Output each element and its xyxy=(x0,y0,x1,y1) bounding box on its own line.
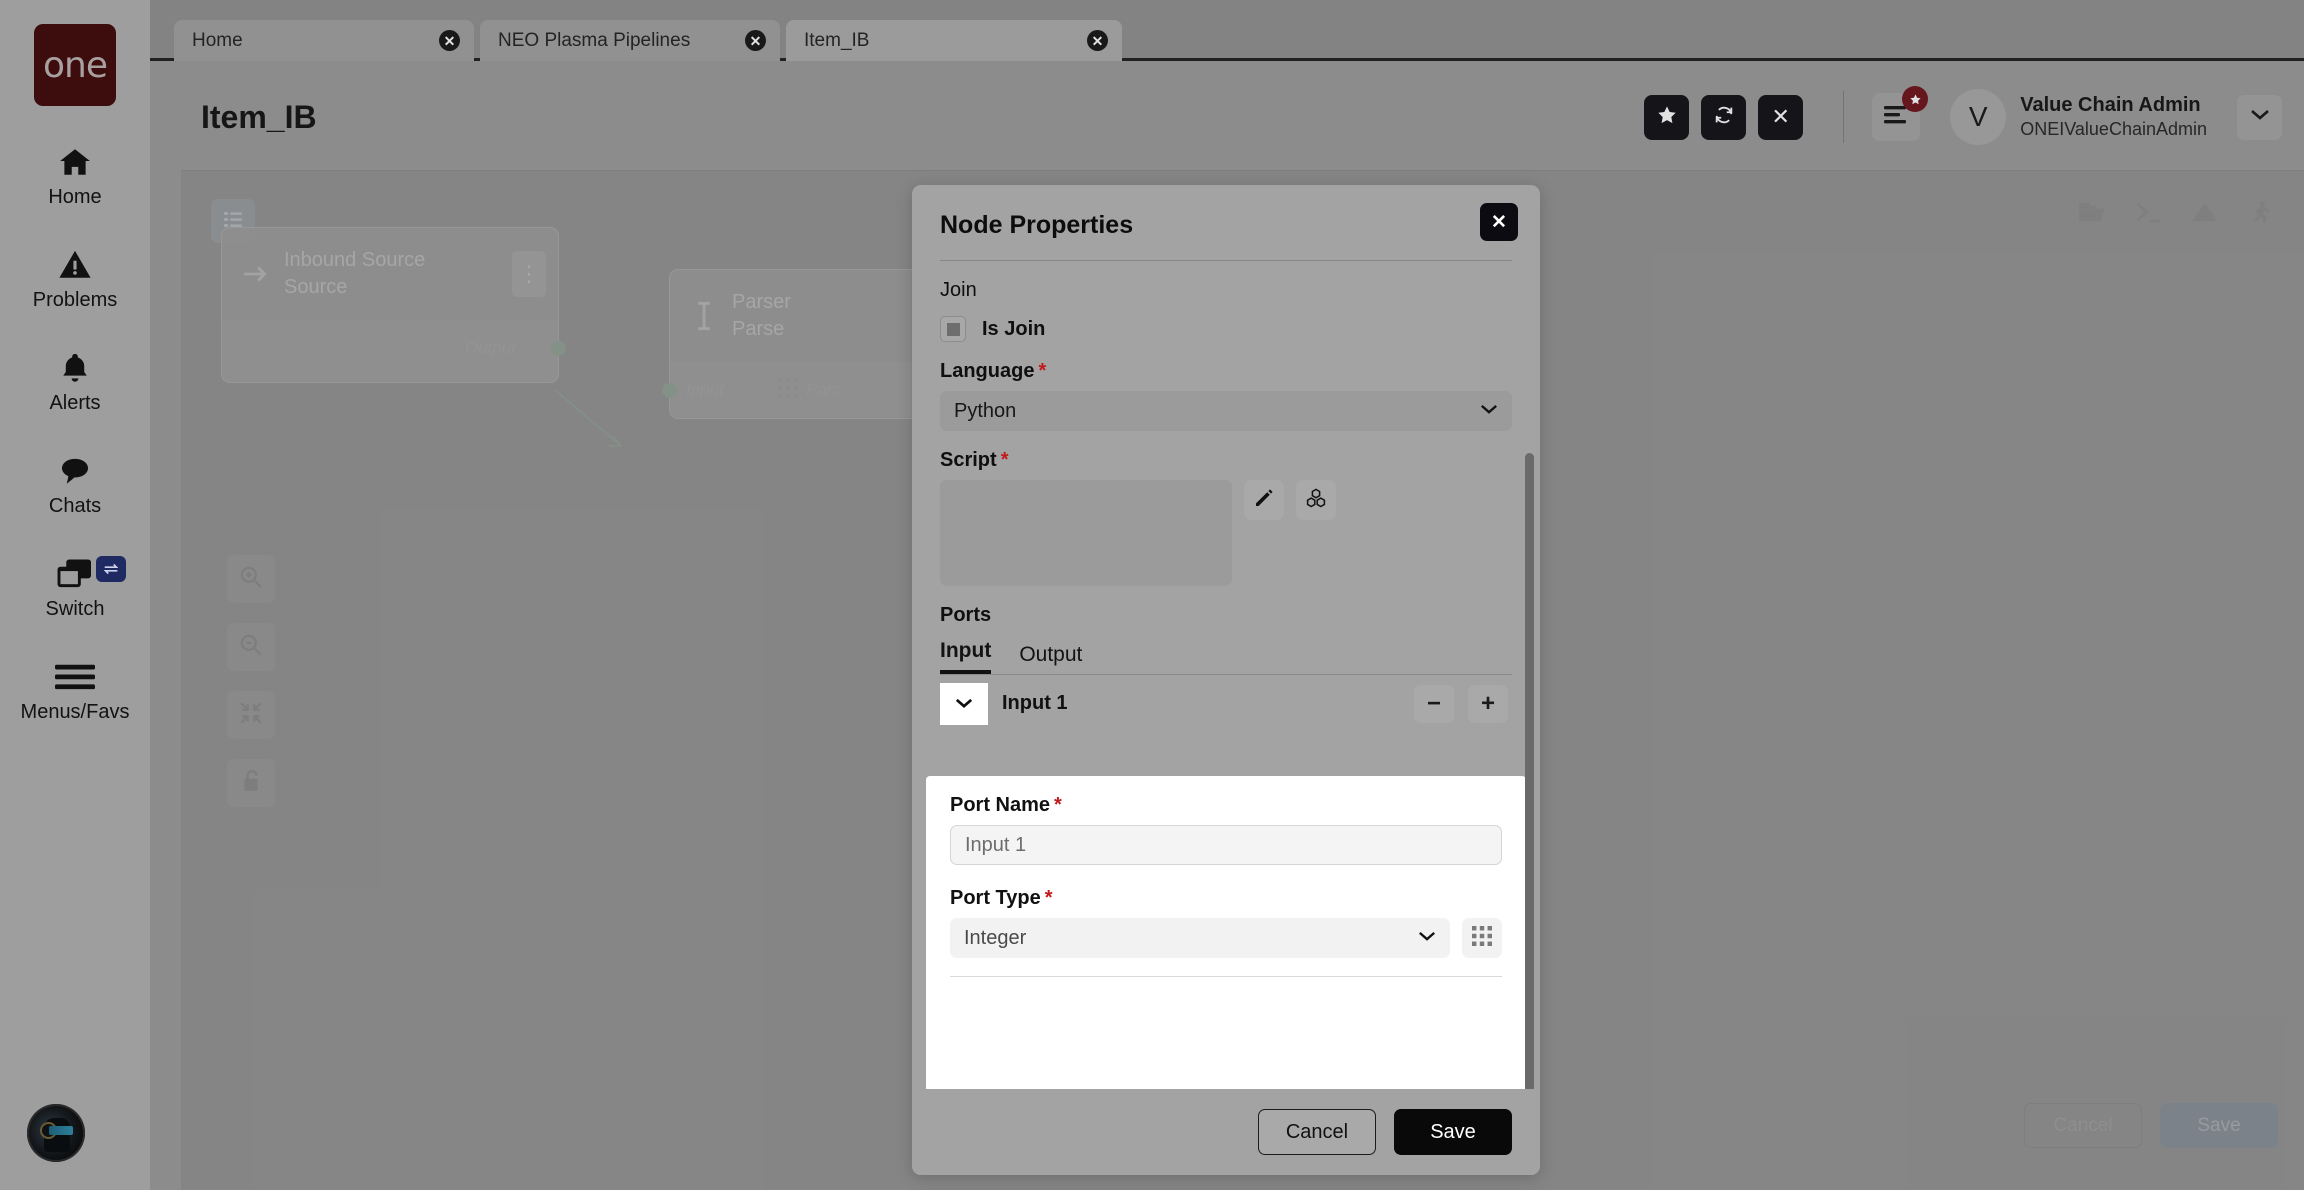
sidebar-item-menus-favs[interactable]: Menus/Favs xyxy=(0,657,150,724)
port-tabs: Input Output xyxy=(940,639,1512,674)
grid-apps-icon xyxy=(1472,925,1492,951)
dialog-close-button[interactable]: ✕ xyxy=(1480,203,1518,241)
sidebar-label-problems: Problems xyxy=(32,289,118,311)
language-label-text: Language xyxy=(940,360,1035,382)
join-section-label: Join xyxy=(940,279,977,301)
port-type-row: Integer xyxy=(950,918,1502,958)
language-label: Language * xyxy=(940,360,1512,383)
add-port-button[interactable]: + xyxy=(1468,685,1508,723)
sidebar-label-switch: Switch xyxy=(45,598,105,620)
script-row xyxy=(940,480,1512,586)
sidebar-item-switch[interactable]: Switch xyxy=(0,554,150,621)
tab-output[interactable]: Output xyxy=(1019,643,1082,674)
sidebar-user-avatar[interactable] xyxy=(27,1104,85,1162)
is-join-label: Is Join xyxy=(982,317,1046,340)
pencil-icon xyxy=(1253,487,1275,514)
port-type-label: Port Type * xyxy=(950,887,1502,910)
port-type-select[interactable]: Integer xyxy=(950,918,1450,958)
port-row-label: Input 1 xyxy=(1002,692,1068,714)
port-name-input[interactable]: Input 1 xyxy=(950,825,1502,865)
port-name-label: Port Name * xyxy=(950,794,1502,817)
script-textarea[interactable] xyxy=(940,480,1232,586)
required-marker: * xyxy=(1054,794,1062,816)
dialog-footer: Cancel Save xyxy=(912,1089,1540,1175)
script-modules-button[interactable] xyxy=(1296,480,1336,520)
port-tabs-divider xyxy=(940,674,1512,675)
chevron-down-icon xyxy=(955,694,973,714)
tab-input[interactable]: Input xyxy=(940,639,992,674)
port-type-value: Integer xyxy=(964,926,1027,949)
app-root: one Home Problems Alerts Chats Switch Me… xyxy=(0,0,2304,1190)
sidebar-label-home: Home xyxy=(48,186,102,208)
brand-logo[interactable]: one xyxy=(34,24,116,106)
dialog-header: Node Properties ✕ xyxy=(912,185,1540,241)
port-type-picker-button[interactable] xyxy=(1462,918,1502,958)
sidebar-item-problems[interactable]: Problems xyxy=(0,245,150,312)
is-join-checkbox[interactable] xyxy=(940,316,966,342)
sidebar-item-chats[interactable]: Chats xyxy=(0,451,150,518)
port-row: Input 1 − + xyxy=(940,683,1512,731)
language-select[interactable]: Python xyxy=(940,391,1512,431)
edit-script-button[interactable] xyxy=(1244,480,1284,520)
chevron-down-icon xyxy=(1480,402,1498,420)
port-detail-card: Port Name * Input 1 Port Type * Integer xyxy=(926,776,1526,1089)
dialog-save-button[interactable]: Save xyxy=(1394,1109,1512,1155)
language-value: Python xyxy=(954,399,1017,422)
required-marker: * xyxy=(1044,887,1053,909)
chat-bubble-icon xyxy=(56,451,94,491)
sidebar-item-alerts[interactable]: Alerts xyxy=(0,348,150,415)
checkbox-fill xyxy=(946,322,960,336)
swap-arrows-icon[interactable] xyxy=(96,556,126,582)
sidebar-label-alerts: Alerts xyxy=(49,392,101,414)
chevron-down-icon xyxy=(1418,929,1436,947)
hamburger-icon xyxy=(55,657,95,697)
dialog-body[interactable]: Join Is Join Language* Python Script* xyxy=(912,261,1540,1089)
port-name-label-text: Port Name xyxy=(950,794,1051,816)
avatar-visor-shape xyxy=(49,1126,73,1135)
x-icon: ✕ xyxy=(1491,211,1507,233)
sidebar-label-menus-favs: Menus/Favs xyxy=(20,701,130,723)
dialog-title: Node Properties xyxy=(940,211,1134,239)
script-label-text: Script xyxy=(940,449,997,471)
dialog-scrollbar[interactable] xyxy=(1525,453,1534,1089)
is-join-row[interactable]: Is Join xyxy=(940,316,1512,342)
ports-label: Ports xyxy=(940,604,992,626)
cubes-icon xyxy=(1305,487,1327,514)
home-icon xyxy=(55,142,95,182)
windows-stack-icon xyxy=(56,554,94,594)
script-label: Script * xyxy=(940,449,1512,472)
bell-icon xyxy=(58,348,92,388)
left-sidebar: one Home Problems Alerts Chats Switch Me… xyxy=(0,0,150,1190)
sidebar-label-chats: Chats xyxy=(48,495,102,517)
plus-icon: + xyxy=(1480,690,1495,717)
minus-icon: − xyxy=(1426,690,1441,717)
sidebar-item-home[interactable]: Home xyxy=(0,142,150,209)
remove-port-button[interactable]: − xyxy=(1414,685,1454,723)
required-marker: * xyxy=(1038,360,1047,382)
port-type-label-text: Port Type xyxy=(950,887,1041,909)
port-card-divider xyxy=(950,976,1502,977)
dialog-cancel-button[interactable]: Cancel xyxy=(1258,1109,1376,1155)
node-properties-dialog: Node Properties ✕ Join Is Join Language *… xyxy=(912,185,1540,1175)
port-expand-toggle[interactable] xyxy=(940,683,988,725)
required-marker: * xyxy=(1000,449,1009,471)
warning-triangle-icon xyxy=(56,245,94,285)
